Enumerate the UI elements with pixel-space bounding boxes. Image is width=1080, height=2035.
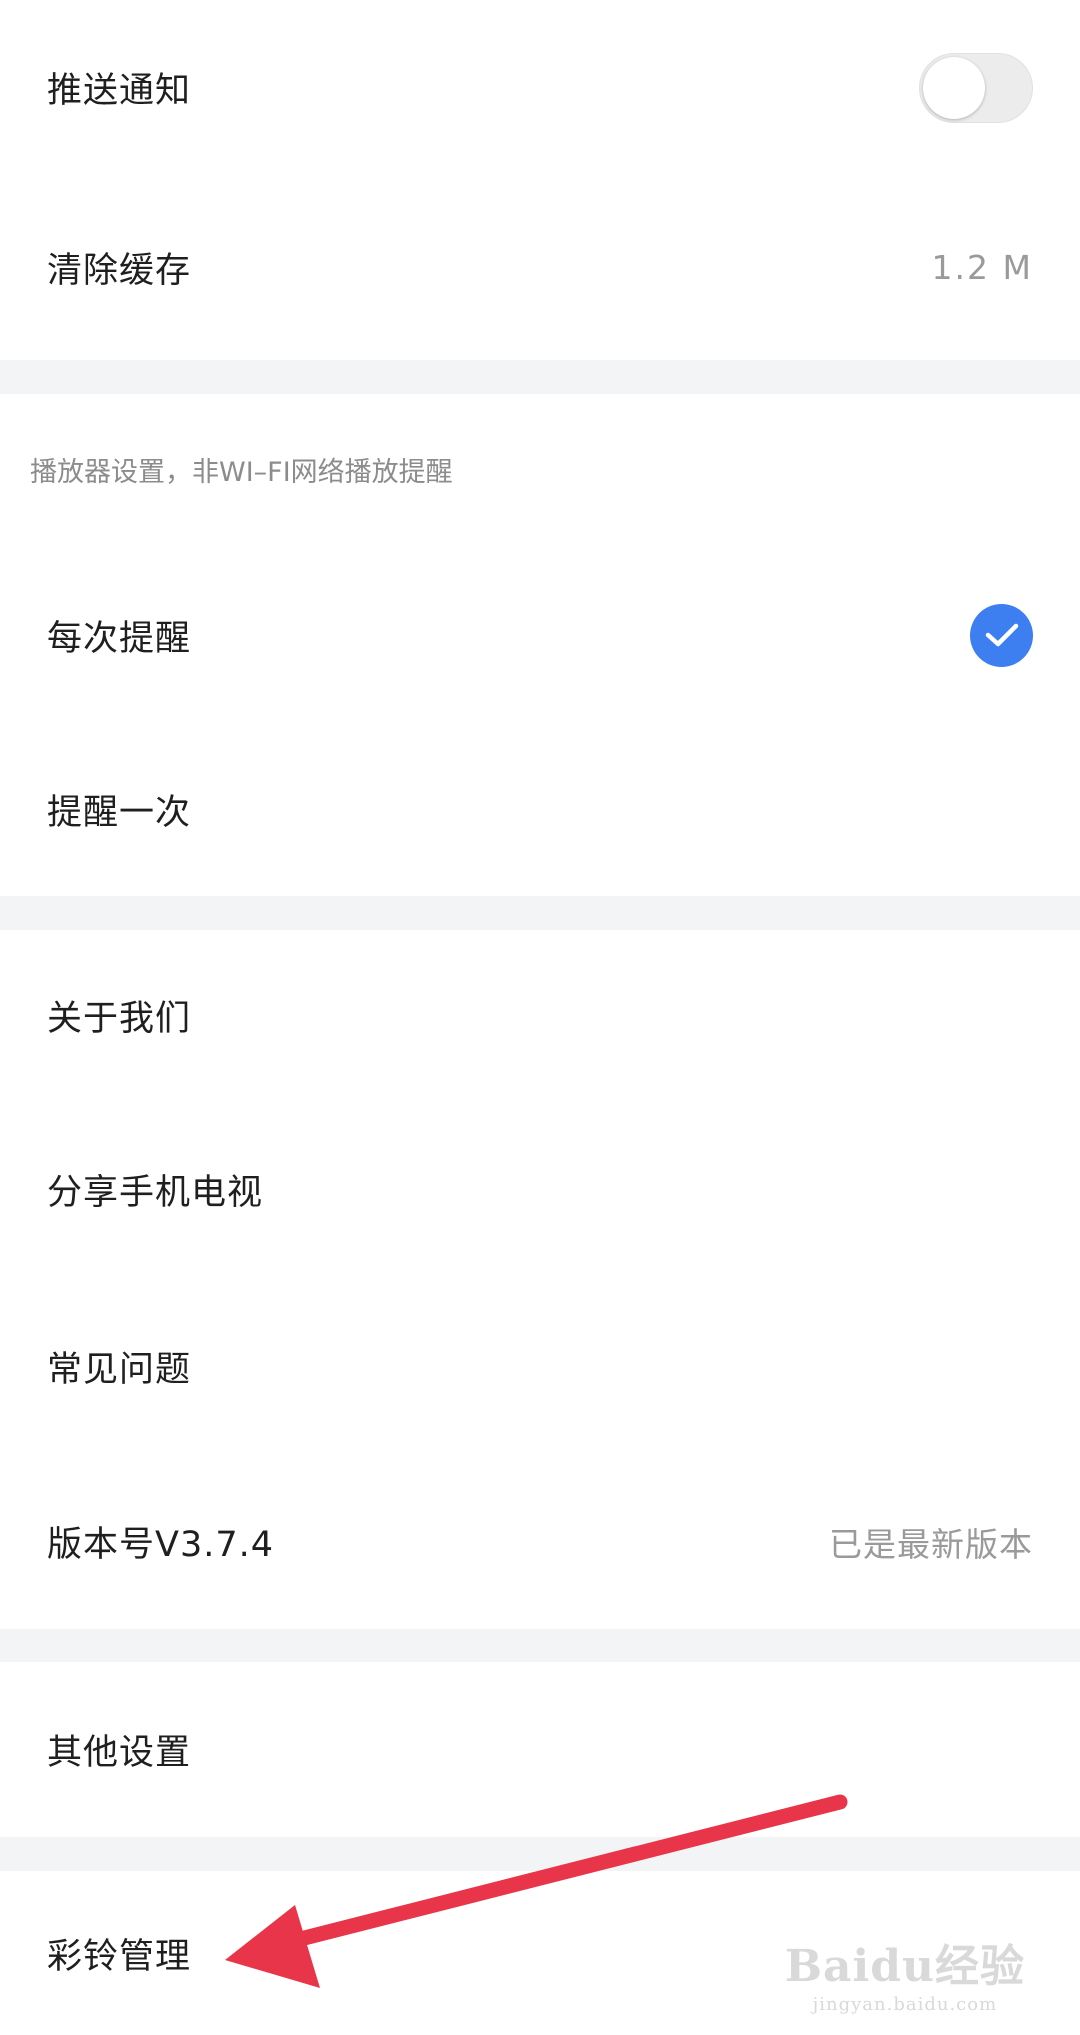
annotation-arrow-icon xyxy=(225,1794,848,1988)
